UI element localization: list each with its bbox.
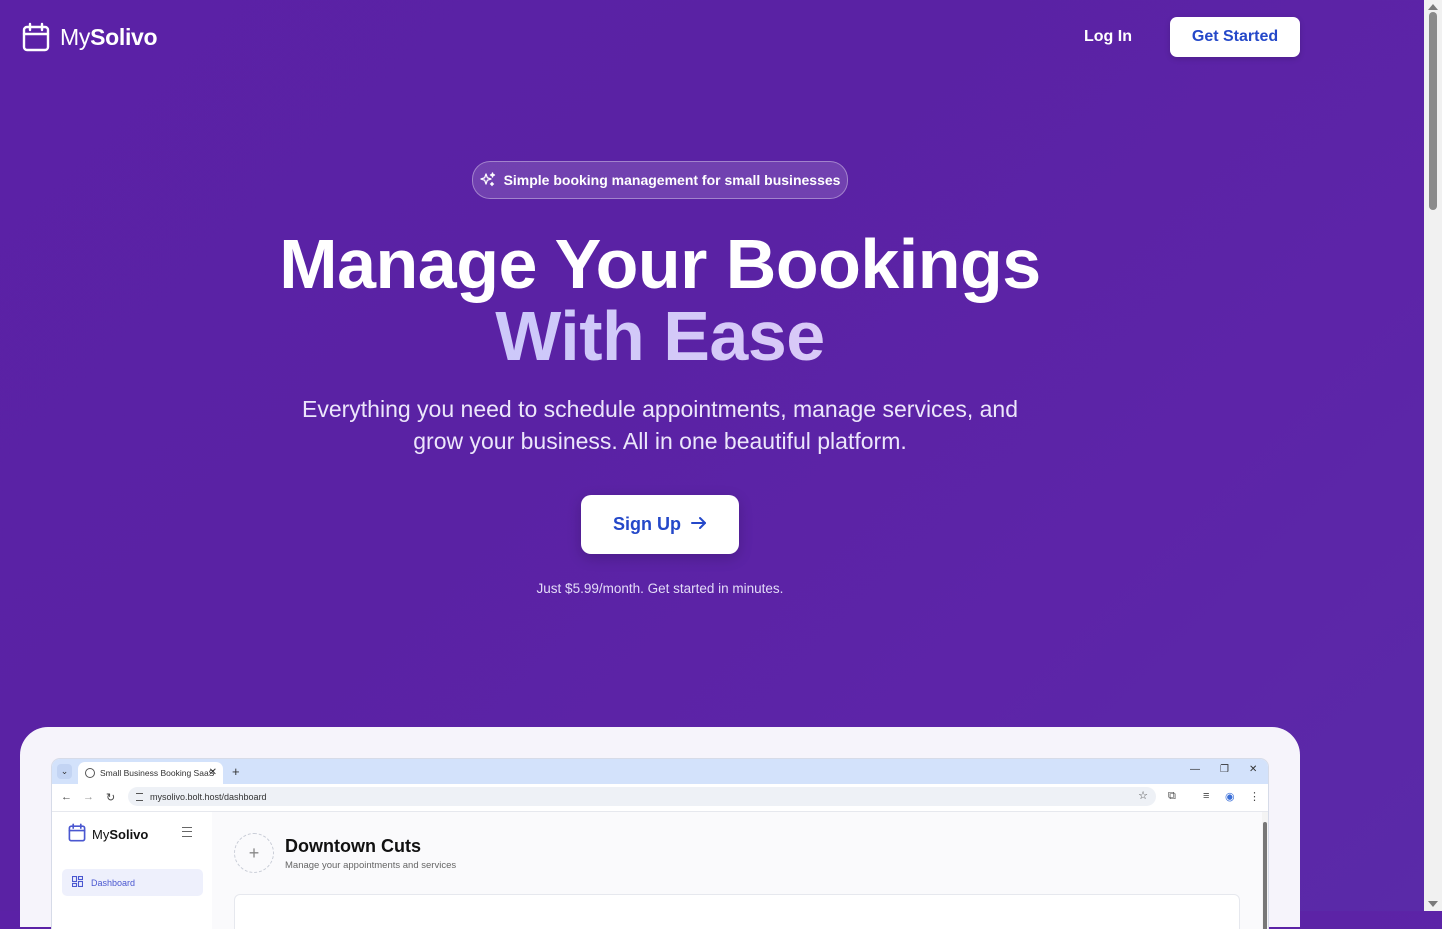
- plus-icon: +: [232, 764, 240, 779]
- hero-subtitle-line1: Everything you need to schedule appointm…: [302, 396, 1018, 422]
- sidebar-item-label: Dashboard: [91, 877, 136, 888]
- hero-subtitle-line2: grow your business. All in one beautiful…: [413, 428, 907, 454]
- browser-tab-title: Small Business Booking SaaS: [100, 768, 215, 778]
- hero-subtitle: Everything you need to schedule appointm…: [0, 393, 1320, 457]
- logo-text: MySolivo: [60, 23, 158, 50]
- top-navbar: MySolivo Log In Get Started: [0, 0, 1424, 74]
- reload-icon: ↻: [106, 792, 116, 804]
- address-bar: mysolivo.bolt.host/dashboard ☆: [128, 787, 1156, 806]
- minimize-icon: —: [1190, 764, 1200, 775]
- hero-title-line1: Manage Your Bookings: [279, 225, 1041, 303]
- profile-icon: ◉: [1225, 791, 1235, 803]
- landing-page: MySolivo Log In Get Started Simple booki…: [0, 0, 1424, 929]
- arrow-right-icon: [691, 514, 707, 535]
- business-subtitle: Manage your appointments and services: [285, 860, 457, 871]
- get-started-button[interactable]: Get Started: [1170, 17, 1300, 57]
- sign-up-label: Sign Up: [613, 514, 681, 534]
- preview-scrollbar: [1262, 812, 1268, 929]
- login-link[interactable]: Log In: [1084, 28, 1132, 46]
- site-settings-icon: [136, 793, 143, 801]
- calendar-icon: [22, 22, 50, 52]
- add-logo-icon: +: [234, 833, 274, 873]
- dashboard-card: [234, 894, 1240, 929]
- hamburger-menu-icon: [182, 827, 192, 837]
- app-main: + Downtown Cuts Manage your appointments…: [212, 812, 1262, 929]
- scroll-down-arrow-icon[interactable]: [1428, 901, 1438, 907]
- restore-icon: ❐: [1220, 764, 1229, 775]
- forward-icon: →: [83, 791, 94, 803]
- tab-search-icon: ⌄: [57, 764, 72, 779]
- globe-icon: [85, 768, 95, 778]
- address-url: mysolivo.bolt.host/dashboard: [150, 791, 267, 802]
- sparkles-icon: [479, 172, 496, 188]
- scrollbar-thumb[interactable]: [1429, 12, 1437, 210]
- dashboard-grid-icon: [71, 875, 84, 889]
- browser-address-row: ← → ↻ mysolivo.bolt.host/dashboard ☆ ⧉ ≡…: [52, 784, 1268, 812]
- app-mockup: MySolivo Dashboard + Downtown Cuts Manag…: [52, 812, 1268, 929]
- app-sidebar: MySolivo Dashboard: [52, 812, 213, 929]
- logo[interactable]: MySolivo: [22, 22, 158, 52]
- sign-up-button[interactable]: Sign Up: [581, 495, 739, 554]
- browser-tab: Small Business Booking SaaS ✕: [78, 762, 223, 784]
- browser-window-mockup: ⌄ Small Business Booking SaaS ✕ + — ❐ ✕ …: [52, 759, 1268, 929]
- tagline-badge: Simple booking management for small busi…: [472, 161, 848, 199]
- more-icon: ⋮: [1249, 791, 1260, 803]
- back-icon: ←: [61, 791, 72, 803]
- close-icon: ✕: [208, 767, 217, 778]
- tagline-text: Simple booking management for small busi…: [503, 172, 841, 188]
- extensions-icon: ⧉: [1168, 790, 1176, 802]
- dashboard-preview: ⌄ Small Business Booking SaaS ✕ + — ❐ ✕ …: [20, 727, 1300, 929]
- media-icon: ≡: [1203, 790, 1210, 802]
- business-name: Downtown Cuts: [285, 836, 421, 856]
- scroll-up-arrow-icon[interactable]: [1428, 4, 1438, 10]
- hero-title-line2: With Ease: [0, 300, 1320, 372]
- calendar-icon: [68, 823, 86, 845]
- app-logo-text: MySolivo: [92, 826, 149, 842]
- app-logo: MySolivo: [68, 823, 148, 845]
- sidebar-item-dashboard: Dashboard: [62, 869, 203, 896]
- star-icon: ☆: [1138, 790, 1148, 802]
- page-scrollbar[interactable]: [1424, 0, 1442, 911]
- price-note: Just $5.99/month. Get started in minutes…: [536, 581, 784, 596]
- browser-tabstrip: ⌄ Small Business Booking SaaS ✕ + — ❐ ✕: [52, 759, 1268, 784]
- close-window-icon: ✕: [1249, 764, 1258, 775]
